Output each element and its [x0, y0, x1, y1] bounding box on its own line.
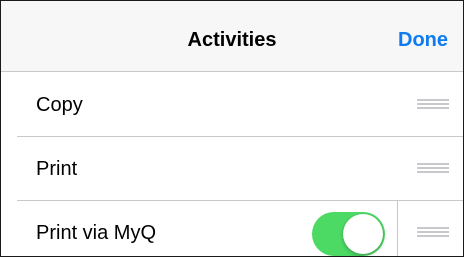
reorder-grabber-icon[interactable]: [417, 162, 449, 173]
list-item-print-via-myq: Print via MyQ: [1, 200, 463, 256]
divider: [397, 200, 398, 256]
toggle-knob: [343, 214, 383, 254]
list-item-copy: Copy: [1, 72, 463, 136]
list-item-label: Print: [36, 158, 78, 180]
reorder-grabber-icon[interactable]: [417, 226, 449, 237]
activities-sheet: Activities Done Copy Print Print via MyQ: [0, 0, 464, 257]
list-item-label: Print via MyQ: [36, 222, 157, 244]
list-item-print: Print: [1, 136, 463, 200]
print-via-myq-toggle[interactable]: [312, 212, 385, 256]
done-button[interactable]: Done: [398, 27, 448, 53]
list-item-label: Copy: [36, 94, 83, 116]
activities-list: Copy Print Print via MyQ: [1, 72, 463, 256]
reorder-grabber-icon[interactable]: [417, 98, 449, 109]
page-title: Activities: [187, 29, 277, 51]
navigation-bar: Activities Done: [1, 1, 463, 72]
